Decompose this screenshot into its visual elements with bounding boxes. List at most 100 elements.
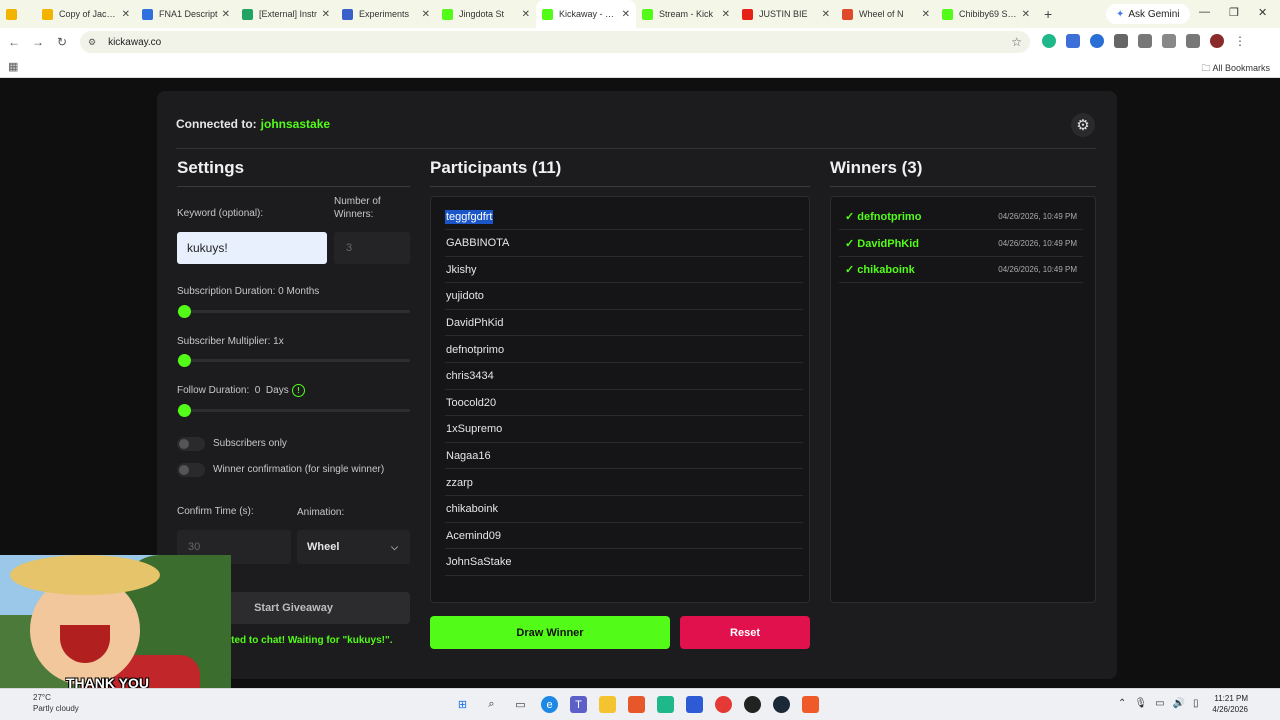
slider-handle[interactable] [178, 404, 191, 417]
snipping-tool-icon[interactable] [802, 696, 819, 713]
subscriber-multiplier-slider[interactable] [177, 354, 410, 367]
winner-row: ✓ chikaboink 04/26/2026, 10:49 PM [839, 257, 1083, 284]
gear-icon[interactable]: ⚙ [1071, 113, 1095, 137]
browser-tab[interactable]: JUSTIN BIE ✕ [736, 0, 836, 28]
participant-row[interactable]: 1xSupremo [445, 417, 803, 443]
extension-icon[interactable] [1066, 34, 1080, 48]
weather-temp: 27°C [33, 693, 51, 702]
slider-handle[interactable] [178, 305, 191, 318]
participant-row[interactable]: Toocold20 [445, 390, 803, 417]
new-tab-icon[interactable]: + [1044, 6, 1052, 22]
brave-icon[interactable] [628, 696, 645, 713]
forward-icon[interactable]: → [26, 35, 50, 49]
clock-time: 11:21 PM [1214, 694, 1248, 703]
tab-close-icon[interactable]: ✕ [122, 9, 130, 20]
url-text: kickaway.co [108, 36, 162, 48]
extensions-puzzle-icon[interactable] [1138, 34, 1152, 48]
browser-tab[interactable]: Chibiby69 Stre ✕ [936, 0, 1036, 28]
winner-confirmation-toggle[interactable] [177, 463, 205, 477]
slider-handle[interactable] [178, 354, 191, 367]
browser-tab[interactable]: Jingdota St ✕ [436, 0, 536, 28]
participant-row[interactable]: defnotprimo [445, 337, 803, 363]
winners-list: ✓ defnotprimo 04/26/2026, 10:49 PM ✓ David… [830, 196, 1096, 603]
task-view-icon[interactable]: ▭ [512, 696, 529, 713]
battery-icon[interactable]: ▯ [1193, 698, 1199, 709]
browser-tab[interactable]: Stream - Kick ✕ [636, 0, 736, 28]
tab-close-icon[interactable]: ✕ [722, 9, 730, 20]
tab-close-icon[interactable]: ✕ [622, 9, 630, 20]
participant-row[interactable]: zzarp [445, 470, 803, 496]
extension-icon[interactable] [1042, 34, 1056, 48]
media-icon[interactable] [1186, 34, 1200, 48]
participant-row[interactable]: GABBINOTA [445, 231, 803, 257]
tab-close-icon[interactable]: ✕ [822, 9, 830, 20]
ask-gemini-button[interactable]: ✦ Ask Gemini [1106, 4, 1190, 24]
window-close-icon[interactable]: ✕ [1258, 6, 1267, 19]
all-bookmarks[interactable]: 🗀 All Bookmarks [1201, 61, 1270, 77]
animation-select[interactable]: Wheel ⌵ [297, 530, 410, 564]
search-icon[interactable]: ⌕ [483, 696, 500, 713]
number-of-winners-input[interactable]: 3 [334, 232, 410, 264]
participant-row[interactable]: Nagaa16 [445, 443, 803, 470]
extension-icon[interactable] [1114, 34, 1128, 48]
browser-tab[interactable]: FNA1 Descript ✕ [136, 0, 236, 28]
participant-row[interactable]: Acemind09 [445, 523, 803, 550]
tab-close-icon[interactable]: ✕ [422, 9, 430, 20]
reset-button[interactable]: Reset [680, 616, 810, 649]
steam-icon[interactable] [773, 696, 790, 713]
participant-row[interactable]: JohnSaStake [445, 550, 803, 576]
app-icon[interactable] [657, 696, 674, 713]
file-explorer-icon[interactable] [599, 696, 616, 713]
browser-tab[interactable]: [External] Instr ✕ [236, 0, 336, 28]
tab-close-icon[interactable]: ✕ [322, 9, 330, 20]
notepad-icon[interactable] [686, 696, 703, 713]
participant-row[interactable]: DavidPhKid [445, 310, 803, 337]
browser-tab[interactable]: Wheel of N ✕ [836, 0, 936, 28]
participant-row[interactable]: chikaboink [445, 497, 803, 523]
participant-row[interactable]: teggfgdfrt [445, 204, 803, 230]
microphone-icon[interactable]: 🎙 [1134, 698, 1147, 709]
address-bar[interactable]: ⚙ kickaway.co ☆ [80, 31, 1030, 53]
bookmark-star-icon[interactable]: ☆ [1011, 35, 1022, 49]
side-panel-icon[interactable] [1162, 34, 1176, 48]
reload-icon[interactable]: ↻ [50, 35, 74, 49]
browser-tab[interactable]: Experiments ✕ [336, 0, 436, 28]
follow-duration-slider[interactable] [177, 404, 410, 417]
browser-tab[interactable]: Copy of Jackra ✕ [36, 0, 136, 28]
profile-avatar[interactable] [1210, 34, 1224, 48]
back-icon[interactable]: ← [2, 35, 26, 49]
participants-list[interactable]: teggfgdfrt GABBINOTA Jkishy yujidoto DavidPh… [430, 196, 810, 603]
draw-winner-button[interactable]: Draw Winner [430, 616, 670, 649]
tab-close-icon[interactable]: ✕ [522, 9, 530, 20]
weather-widget[interactable]: 27°C Partly cloudy [33, 692, 79, 714]
keyword-input[interactable]: kukuys! [177, 232, 327, 264]
folder-icon: 🗀 [1201, 63, 1211, 73]
participant-row[interactable]: yujidoto [445, 284, 803, 310]
extension-icon[interactable] [1090, 34, 1104, 48]
network-icon[interactable]: ▭ [1155, 698, 1164, 709]
chrome-icon[interactable] [715, 696, 732, 713]
subscribers-only-toggle[interactable] [177, 437, 205, 451]
apps-grid-icon[interactable]: ▦ [8, 60, 18, 73]
obs-icon[interactable] [744, 696, 761, 713]
subscription-duration-slider[interactable] [177, 305, 410, 318]
edge-icon[interactable]: e [541, 696, 558, 713]
clock[interactable]: 11:21 PM 4/26/2026 [1212, 693, 1248, 715]
browser-tab[interactable]: Kickaway - Kick ✕ [536, 0, 636, 28]
tab-close-icon[interactable]: ✕ [222, 9, 230, 20]
maximize-icon[interactable]: ❐ [1229, 6, 1239, 19]
teams-icon[interactable]: T [570, 696, 587, 713]
participant-row[interactable]: chris3434 [445, 364, 803, 390]
participant-row[interactable]: Jkishy [445, 257, 803, 284]
tab-close-icon[interactable]: ✕ [922, 9, 930, 20]
info-icon[interactable]: ! [292, 384, 305, 397]
chevron-up-icon[interactable]: ⌃ [1118, 698, 1126, 709]
menu-icon[interactable]: ⋮ [1234, 34, 1246, 48]
tab-close-icon[interactable]: ✕ [1022, 9, 1030, 20]
minimize-icon[interactable]: — [1199, 6, 1210, 18]
participants-title: Participants (11) [430, 158, 562, 177]
volume-icon[interactable]: 🔊 [1173, 698, 1185, 709]
windows-start-icon[interactable]: ⊞ [454, 696, 471, 713]
site-info-icon[interactable]: ⚙ [88, 37, 96, 48]
browser-tab[interactable] [0, 0, 36, 28]
